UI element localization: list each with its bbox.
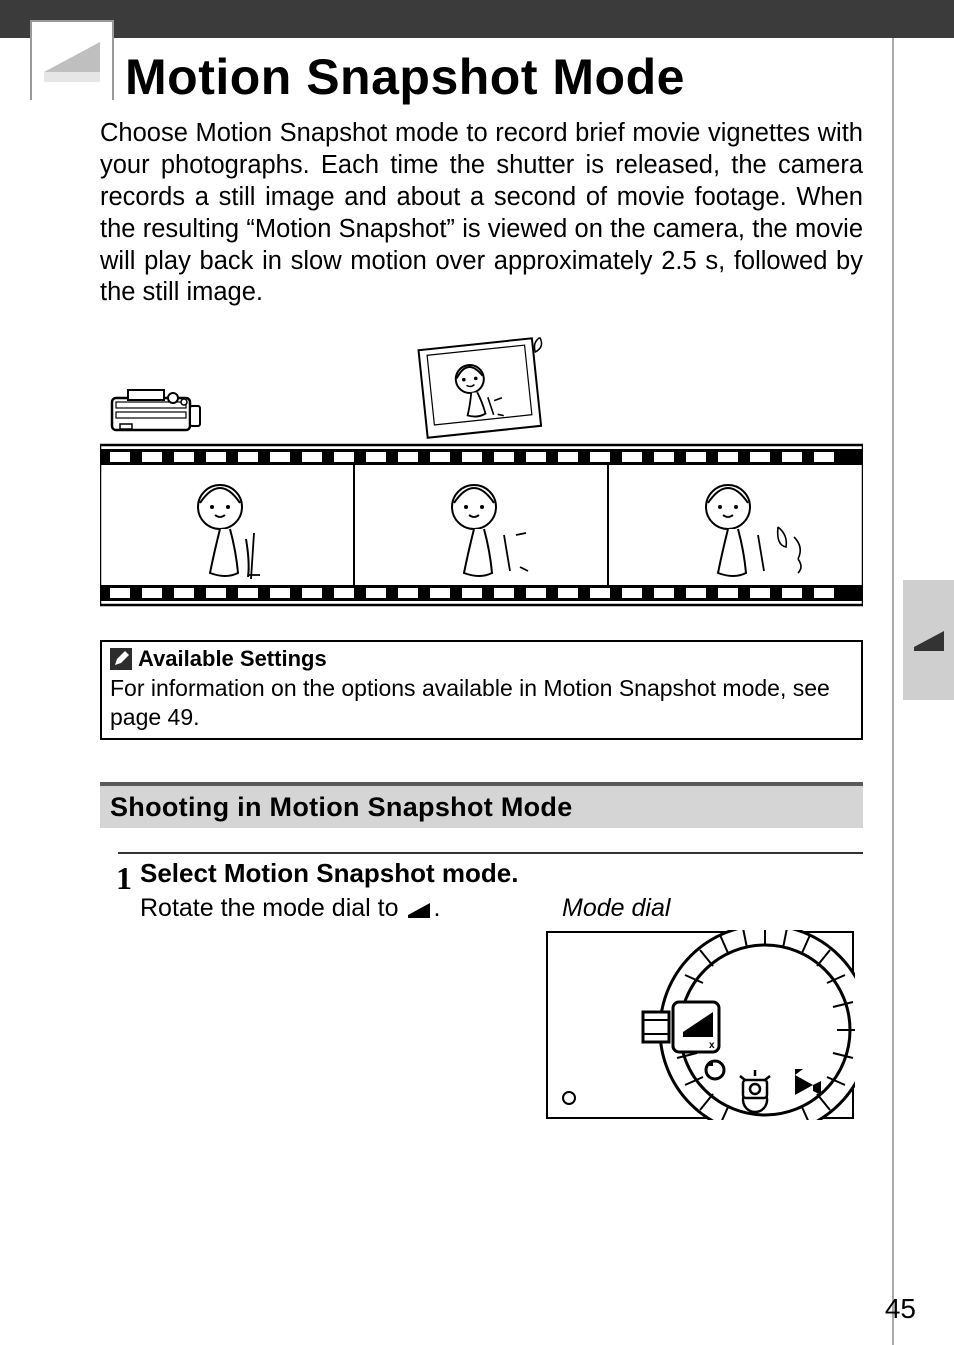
svg-text:x: x [709,1040,715,1051]
note-box: Available Settings For information on th… [100,640,863,740]
page-number: 45 [885,1293,916,1325]
intro-paragraph: Choose Motion Snapshot mode to record br… [100,118,863,309]
motion-snapshot-glyph-icon [407,897,431,926]
figure-caption: Mode dial [562,894,670,923]
step-rule [118,852,863,854]
camera-illustration [110,380,205,440]
section-heading-text: Shooting in Motion Snapshot Mode [110,792,573,823]
header-bar [0,0,954,38]
step-body-before: Rotate the mode dial to [140,894,405,922]
side-thumb-tab [903,580,954,700]
pencil-icon [110,648,132,670]
note-body: For information on the options available… [110,674,853,732]
note-title-row: Available Settings [110,646,853,672]
page-title: Motion Snapshot Mode [125,48,685,106]
note-title: Available Settings [138,646,327,672]
step-body-after: . [433,894,440,922]
filmstrip-illustration [100,435,863,615]
photo-illustration [405,330,555,450]
section-heading: Shooting in Motion Snapshot Mode [100,782,863,828]
manual-page: Motion Snapshot Mode Choose Motion Snaps… [0,0,954,1345]
illustration-group [100,330,863,610]
step-number: 1 [116,860,132,897]
mode-dial-illustration: x [545,930,855,1120]
step-title: Select Motion Snapshot mode. [140,858,518,889]
motion-snapshot-tab-icon [912,627,946,653]
step-body: Rotate the mode dial to . [140,894,440,926]
